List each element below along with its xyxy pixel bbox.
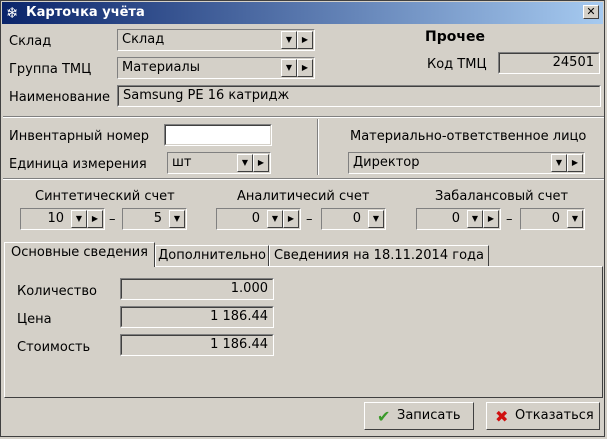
sklad-value: Склад	[122, 32, 165, 47]
group-label: Группа ТМЦ	[9, 62, 92, 77]
analytic-account-label: Аналитичесий счет	[237, 189, 370, 204]
code-field: 24501	[498, 52, 600, 74]
chevron-down-icon[interactable]: ▼	[567, 210, 583, 228]
price-field: 1 186.44	[120, 306, 274, 328]
tab-main-info[interactable]: Основные сведения	[4, 242, 155, 267]
expand-arrow-icon[interactable]: ▶	[253, 154, 269, 172]
price-label: Цена	[17, 312, 52, 327]
separator	[3, 116, 604, 118]
dialog-window: ❄ Карточка учёта ✕ Склад Склад ▼ ▶ Групп…	[0, 0, 605, 437]
other-section-title: Прочее	[425, 29, 485, 45]
save-button[interactable]: ✔ Записать	[364, 402, 474, 430]
cancel-button-label: Отказаться	[515, 408, 594, 423]
quantity-value: 1.000	[121, 279, 273, 299]
save-button-label: Записать	[397, 408, 461, 423]
inventory-number-label: Инвентарный номер	[9, 129, 150, 144]
synthetic-account-combo-2[interactable]: 5 ▼	[122, 208, 187, 230]
mol-label: Материально-ответственное лицо	[350, 129, 587, 144]
chevron-down-icon[interactable]: ▼	[368, 210, 384, 228]
expand-arrow-icon[interactable]: ▶	[297, 31, 313, 49]
mol-combo[interactable]: Директор ▼ ▶	[348, 152, 585, 174]
range-dash: –	[109, 212, 116, 227]
sklad-label: Склад	[9, 34, 52, 49]
expand-arrow-icon[interactable]: ▶	[297, 59, 313, 77]
sklad-combo[interactable]: Склад ▼ ▶	[117, 29, 315, 51]
chevron-down-icon[interactable]: ▼	[281, 31, 297, 49]
chevron-down-icon[interactable]: ▼	[467, 210, 483, 228]
inventory-number-input[interactable]	[164, 124, 272, 146]
price-value: 1 186.44	[121, 307, 273, 327]
inventory-number-value	[165, 125, 271, 145]
expand-arrow-icon[interactable]: ▶	[87, 210, 103, 228]
analytic-account-value-2: 0	[352, 211, 361, 226]
tab-info-date[interactable]: Сведениия на 18.11.2014 года	[269, 245, 489, 267]
synthetic-account-label: Синтетический счет	[35, 189, 175, 204]
chevron-down-icon[interactable]: ▼	[237, 154, 253, 172]
quantity-label: Количество	[17, 284, 97, 299]
code-value: 24501	[499, 53, 599, 73]
synthetic-account-value-1: 10	[47, 211, 64, 226]
analytic-account-combo-1[interactable]: 0 ▼ ▶	[216, 208, 301, 230]
snowflake-icon: ❄	[6, 4, 19, 22]
mol-value: Директор	[353, 155, 420, 170]
name-label: Наименование	[9, 90, 111, 105]
offbalance-account-value-1: 0	[451, 211, 460, 226]
chevron-down-icon[interactable]: ▼	[71, 210, 87, 228]
chevron-down-icon[interactable]: ▼	[169, 210, 185, 228]
range-dash: –	[506, 212, 513, 227]
name-value: Samsung PE 16 катридж	[118, 86, 600, 106]
expand-arrow-icon[interactable]: ▶	[283, 210, 299, 228]
group-combo[interactable]: Материалы ▼ ▶	[117, 57, 315, 79]
code-label: Код ТМЦ	[427, 57, 487, 72]
tab-additional[interactable]: Дополнительно	[155, 245, 269, 267]
chevron-down-icon[interactable]: ▼	[551, 154, 567, 172]
unit-value: шт	[172, 155, 192, 170]
close-button[interactable]: ✕	[583, 5, 599, 19]
cost-field: 1 186.44	[120, 334, 274, 356]
name-field[interactable]: Samsung PE 16 катридж	[117, 85, 601, 107]
cost-label: Стоимость	[17, 340, 91, 355]
range-dash: –	[306, 212, 313, 227]
window-title: Карточка учёта	[26, 5, 145, 20]
offbalance-account-label: Забалансовый счет	[435, 189, 569, 204]
quantity-field: 1.000	[120, 278, 274, 300]
cost-value: 1 186.44	[121, 335, 273, 355]
separator	[3, 178, 604, 180]
cancel-button[interactable]: ✖ Отказаться	[486, 402, 600, 430]
offbalance-account-value-2: 0	[551, 211, 560, 226]
chevron-down-icon[interactable]: ▼	[267, 210, 283, 228]
synthetic-account-combo-1[interactable]: 10 ▼ ▶	[20, 208, 105, 230]
title-bar[interactable]: ❄ Карточка учёта ✕	[2, 2, 603, 24]
check-icon: ✔	[377, 407, 391, 426]
vertical-separator	[317, 119, 319, 175]
chevron-down-icon[interactable]: ▼	[281, 59, 297, 77]
synthetic-account-value-2: 5	[153, 211, 162, 226]
unit-label: Единица измерения	[9, 157, 147, 172]
expand-arrow-icon[interactable]: ▶	[567, 154, 583, 172]
analytic-account-value-1: 0	[251, 211, 260, 226]
tab-panel: Количество 1.000 Цена 1 186.44 Стоимость…	[4, 266, 603, 398]
unit-combo[interactable]: шт ▼ ▶	[167, 152, 271, 174]
group-value: Материалы	[122, 60, 200, 75]
expand-arrow-icon[interactable]: ▶	[483, 210, 499, 228]
cross-icon: ✖	[495, 407, 509, 426]
offbalance-account-combo-2[interactable]: 0 ▼	[520, 208, 585, 230]
offbalance-account-combo-1[interactable]: 0 ▼ ▶	[416, 208, 501, 230]
analytic-account-combo-2[interactable]: 0 ▼	[321, 208, 386, 230]
